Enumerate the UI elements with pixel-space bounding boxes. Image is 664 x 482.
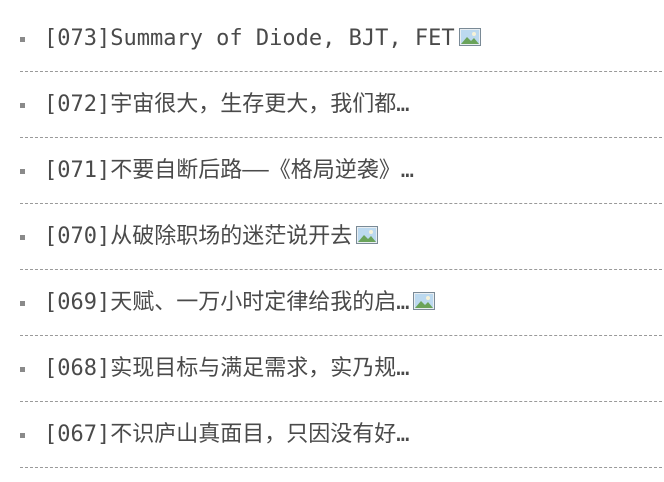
article-link[interactable]: [068]实现目标与满足需求，实乃规… xyxy=(44,354,409,384)
article-link[interactable]: [067]不识庐山真面目，只因没有好… xyxy=(44,420,409,450)
list-item[interactable]: [068]实现目标与满足需求，实乃规… xyxy=(20,336,662,402)
article-link[interactable]: [070]从破除职场的迷茫说开去 xyxy=(44,222,379,252)
article-link[interactable]: [069]天赋、一万小时定律给我的启… xyxy=(44,288,436,318)
image-icon xyxy=(413,291,436,310)
article-title: [073]Summary of Diode, BJT, FET xyxy=(44,25,455,51)
article-title: [067]不识庐山真面目，只因没有好… xyxy=(44,421,410,447)
list-item[interactable]: [067]不识庐山真面目，只因没有好… xyxy=(20,402,662,468)
image-icon xyxy=(458,27,481,46)
article-list: [073]Summary of Diode, BJT, FET [072]宇宙很… xyxy=(0,6,664,468)
list-item[interactable]: [071]不要自断后路——《格局逆袭》… xyxy=(20,138,662,204)
list-item[interactable]: [073]Summary of Diode, BJT, FET xyxy=(20,6,662,72)
bullet-icon xyxy=(20,432,25,438)
article-link[interactable]: [071]不要自断后路——《格局逆袭》… xyxy=(44,156,414,186)
list-item[interactable]: [070]从破除职场的迷茫说开去 xyxy=(20,204,662,270)
bullet-icon xyxy=(20,168,25,174)
image-icon xyxy=(356,225,379,244)
article-link[interactable]: [072]宇宙很大，生存更大，我们都… xyxy=(44,90,409,120)
article-title: [068]实现目标与满足需求，实乃规… xyxy=(44,355,410,381)
article-title: [071]不要自断后路——《格局逆袭》… xyxy=(44,157,414,183)
article-title: [070]从破除职场的迷茫说开去 xyxy=(44,223,353,249)
bullet-icon xyxy=(20,102,25,108)
list-item[interactable]: [072]宇宙很大，生存更大，我们都… xyxy=(20,72,662,138)
article-link[interactable]: [073]Summary of Diode, BJT, FET xyxy=(44,24,481,54)
bullet-icon xyxy=(20,36,25,42)
bullet-icon xyxy=(20,300,25,306)
bullet-icon xyxy=(20,366,25,372)
list-item[interactable]: [069]天赋、一万小时定律给我的启… xyxy=(20,270,662,336)
bullet-icon xyxy=(20,234,25,240)
article-title: [069]天赋、一万小时定律给我的启… xyxy=(44,289,410,315)
article-title: [072]宇宙很大，生存更大，我们都… xyxy=(44,91,410,117)
